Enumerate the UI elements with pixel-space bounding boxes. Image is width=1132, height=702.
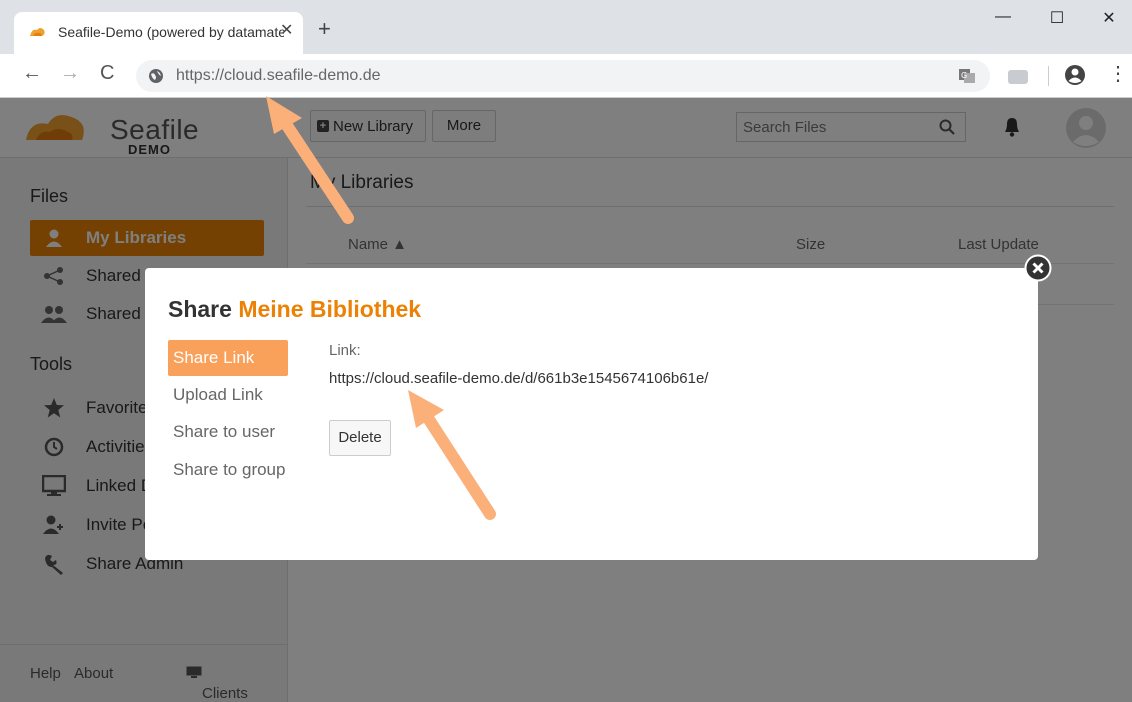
- delete-button[interactable]: Delete: [329, 420, 391, 456]
- tab-title: Seafile-Demo (powered by datamate): [58, 24, 284, 40]
- svg-text:G: G: [961, 71, 967, 80]
- share-link-url[interactable]: https://cloud.seafile-demo.de/d/661b3e15…: [329, 370, 708, 387]
- browser-toolbar: ← → C https://cloud.seafile-demo.de G ⋮: [0, 54, 1132, 98]
- profile-icon[interactable]: [1064, 64, 1086, 86]
- back-button[interactable]: ←: [22, 62, 42, 85]
- link-label: Link:: [329, 342, 361, 359]
- share-dialog: Share Meine Bibliothek Share Link Upload…: [145, 254, 1052, 560]
- reload-button[interactable]: C: [100, 62, 114, 85]
- tab-share-to-user[interactable]: Share to user: [168, 414, 288, 450]
- window-close-button[interactable]: ✕: [1086, 8, 1132, 34]
- dialog-library-name: Meine Bibliothek: [238, 296, 422, 322]
- dialog-title: Share Meine Bibliothek: [168, 296, 421, 323]
- address-bar[interactable]: https://cloud.seafile-demo.de G: [136, 60, 990, 92]
- maximize-button[interactable]: ☐: [1034, 8, 1080, 34]
- browser-tab[interactable]: Seafile-Demo (powered by datamate) ✕: [14, 12, 303, 54]
- close-icon[interactable]: [1024, 254, 1052, 282]
- new-tab-button[interactable]: +: [318, 18, 331, 40]
- forward-button[interactable]: →: [60, 62, 80, 85]
- tab-close-icon[interactable]: ✕: [280, 20, 293, 40]
- extension-icon[interactable]: [1008, 70, 1028, 84]
- tab-upload-link[interactable]: Upload Link: [168, 377, 288, 413]
- seafile-favicon-icon: [30, 28, 45, 36]
- minimize-button[interactable]: —: [980, 8, 1026, 34]
- globe-icon: [149, 69, 163, 83]
- translate-icon[interactable]: G: [958, 68, 976, 84]
- toolbar-divider: [1048, 66, 1049, 86]
- dialog-title-prefix: Share: [168, 296, 232, 322]
- tab-share-to-group[interactable]: Share to group: [168, 452, 288, 488]
- browser-menu-icon[interactable]: ⋮: [1108, 64, 1128, 84]
- browser-tabstrip: Seafile-Demo (powered by datamate) ✕ + —…: [0, 0, 1132, 54]
- tab-share-link[interactable]: Share Link: [168, 340, 288, 376]
- url-text: https://cloud.seafile-demo.de: [176, 67, 381, 84]
